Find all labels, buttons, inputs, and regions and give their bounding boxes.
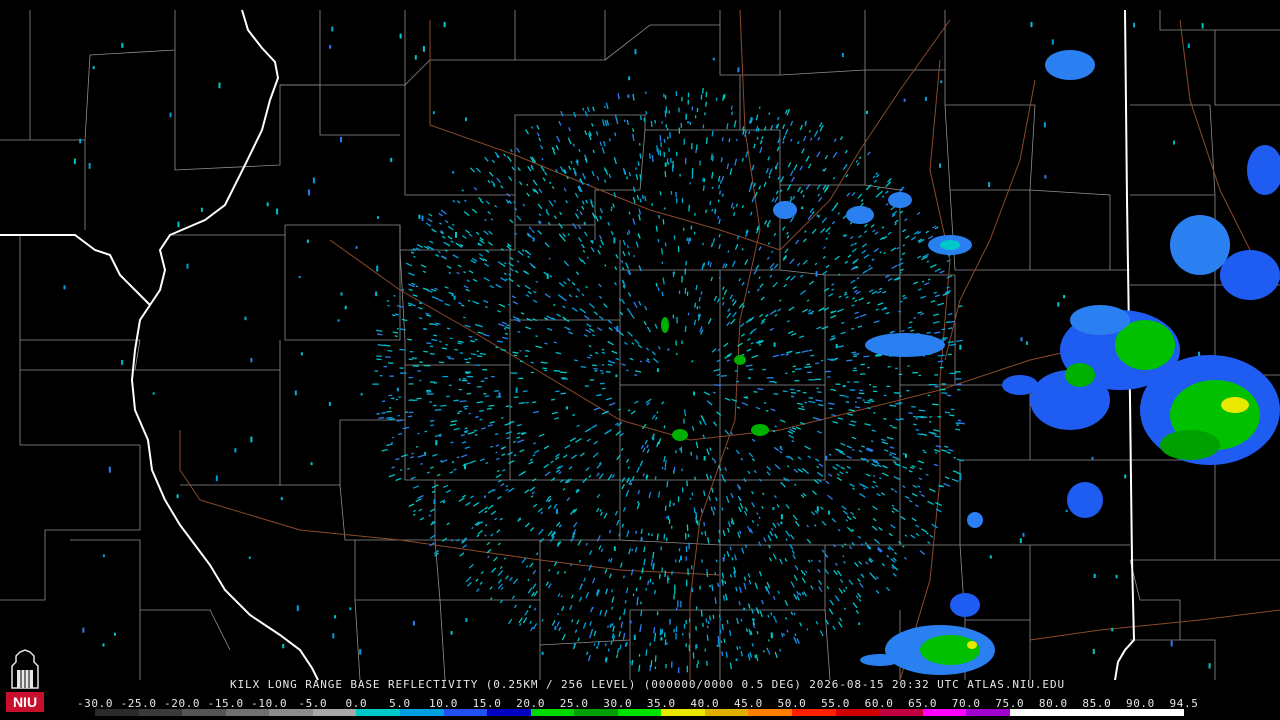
colorbar-segment bbox=[748, 709, 792, 716]
colorbar-segment bbox=[182, 709, 226, 716]
logo-text: NIU bbox=[13, 694, 37, 710]
colorbar-segment bbox=[966, 709, 1010, 716]
colorbar-segment bbox=[356, 709, 400, 716]
colorbar-segment bbox=[617, 709, 662, 716]
colorbar-segment bbox=[661, 709, 705, 716]
colorbar-segment bbox=[487, 709, 531, 716]
colorbar-segment bbox=[399, 709, 444, 716]
colorbar-segment bbox=[443, 709, 488, 716]
colorbar-segment bbox=[530, 709, 575, 716]
colorbar-segment bbox=[138, 709, 183, 716]
colorbar-segment bbox=[269, 709, 313, 716]
colorbar-segment bbox=[922, 709, 967, 716]
colorbar-labels: -30.0 -25.0 -20.0 -15.0 -10.0 -5.0 0.0 5.0 10.0 1… bbox=[77, 697, 1198, 710]
colorbar-segment bbox=[225, 709, 270, 716]
radar-map bbox=[0, 0, 1280, 720]
colorbar-segment bbox=[312, 709, 357, 716]
colorbar-segment bbox=[879, 709, 923, 716]
colorbar-segment bbox=[704, 709, 749, 716]
university-tower-logo-icon: NIU bbox=[4, 648, 46, 714]
colorbar-segment bbox=[1096, 709, 1141, 716]
colorbar-segment bbox=[95, 709, 139, 716]
colorbar-segment bbox=[835, 709, 880, 716]
colorbar-segment bbox=[574, 709, 618, 716]
colorbar-segment bbox=[1009, 709, 1054, 716]
product-caption: KILX LONG RANGE BASE REFLECTIVITY (0.25K… bbox=[230, 678, 1066, 691]
colorbar-segment bbox=[792, 709, 836, 716]
colorbar-segment bbox=[1140, 709, 1185, 716]
reflectivity-colorbar bbox=[95, 709, 1185, 716]
colorbar-segment bbox=[1053, 709, 1097, 716]
